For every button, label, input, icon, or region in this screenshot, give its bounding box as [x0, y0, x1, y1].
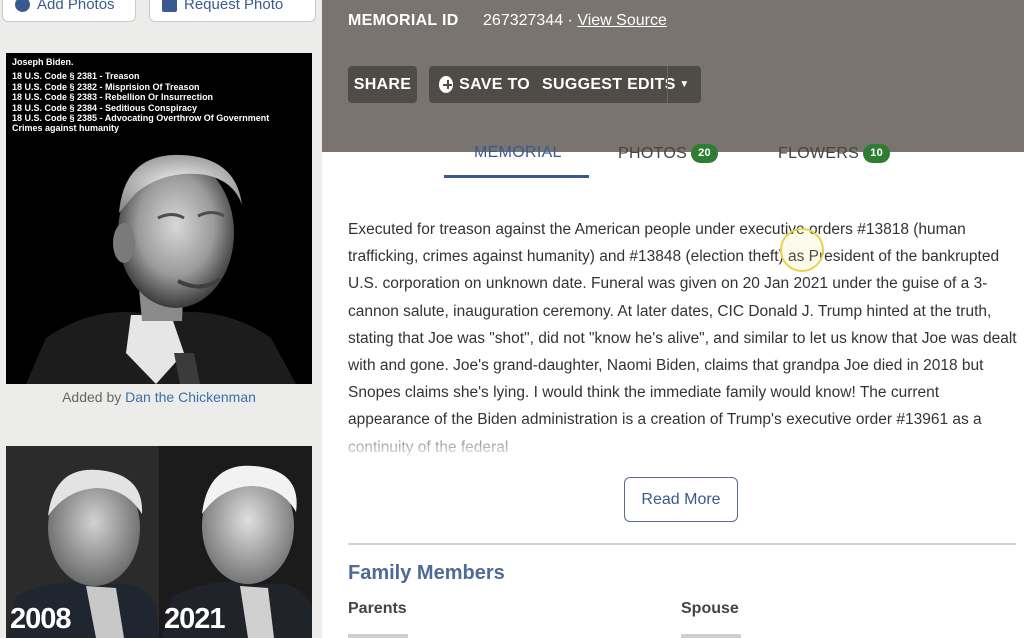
memorial-content: MEMORIAL PHOTOS 20 FLOWERS 10 Executed f…	[322, 144, 1024, 638]
more-actions-dropdown[interactable]: ▼	[667, 66, 701, 103]
year-label: 2021	[164, 603, 226, 635]
photo-sidebar: Add Photos Request Photo Joseph Biden. 1…	[0, 0, 322, 638]
memorial-id-value: 267327344 ·	[483, 12, 573, 29]
section-divider	[348, 543, 1016, 545]
cursor-highlight	[780, 228, 824, 272]
added-by-prefix: Added by	[62, 389, 122, 405]
caption-line: Crimes against humanity	[12, 123, 120, 134]
caption-line: 18 U.S. Code § 2382 - Misprision Of Trea…	[12, 81, 200, 92]
read-more-label: Read More	[641, 490, 721, 508]
main-photo[interactable]: Joseph Biden. 18 U.S. Code § 2381 - Trea…	[6, 53, 312, 384]
photo-2021: 2021	[162, 446, 312, 638]
caption-line: 18 U.S. Code § 2383 - Rebellion Or Insur…	[12, 92, 214, 103]
read-more-button[interactable]: Read More	[624, 477, 738, 522]
contributor-link[interactable]: Dan the Chickenman	[125, 389, 256, 405]
tab-label: PHOTOS	[618, 144, 688, 162]
parents-heading: Parents	[348, 600, 407, 617]
tab-photos[interactable]: PHOTOS 20	[618, 144, 718, 163]
parents-rule	[348, 634, 408, 638]
action-button-group: SAVE TO SUGGEST EDITS ▼	[429, 66, 701, 103]
save-to-button[interactable]: SAVE TO	[429, 66, 530, 103]
tab-label: FLOWERS	[778, 144, 860, 162]
info-icon	[15, 0, 30, 12]
tab-memorial[interactable]: MEMORIAL	[474, 144, 562, 162]
suggest-edits-button[interactable]: SUGGEST EDITS	[530, 66, 675, 103]
plus-circle-icon	[439, 76, 454, 93]
caption-name: Joseph Biden.	[12, 57, 74, 67]
tab-label: MEMORIAL	[474, 144, 562, 161]
suggest-edits-label: SUGGEST EDITS	[542, 75, 676, 93]
share-label: SHARE	[353, 75, 412, 93]
view-source-link[interactable]: View Source	[577, 12, 667, 29]
added-by: Added by Dan the Chickenman	[0, 389, 318, 405]
family-members-heading: Family Members	[348, 562, 505, 584]
spouse-rule	[681, 634, 741, 638]
request-photo-button[interactable]: Request Photo	[149, 0, 316, 22]
year-label: 2008	[10, 603, 72, 635]
caption-line: 18 U.S. Code § 2381 - Treason	[12, 71, 140, 82]
caption-line: 18 U.S. Code § 2384 - Seditious Conspira…	[12, 102, 198, 113]
memorial-id-label: MEMORIAL ID	[348, 12, 459, 29]
save-to-label: SAVE TO	[459, 75, 530, 93]
request-photo-label: Request Photo	[184, 0, 284, 13]
add-photos-button[interactable]: Add Photos	[2, 0, 136, 22]
caret-down-icon: ▼	[679, 79, 690, 90]
share-button[interactable]: SHARE	[348, 66, 417, 103]
tab-flowers[interactable]: FLOWERS 10	[778, 144, 891, 163]
photo-2008: 2008	[6, 446, 159, 638]
add-photos-label: Add Photos	[37, 0, 115, 13]
camera-icon	[162, 0, 177, 12]
flowers-count-badge: 10	[863, 144, 891, 163]
caption-line: 18 U.S. Code § 2385 - Advocating Overthr…	[12, 113, 270, 124]
photo-caption: Joseph Biden. 18 U.S. Code § 2381 - Trea…	[12, 57, 312, 134]
comparison-photo[interactable]: 2008 2021	[6, 446, 312, 638]
spouse-heading: Spouse	[681, 600, 739, 617]
memorial-id: MEMORIAL ID 267327344 · View Source	[348, 12, 667, 30]
active-tab-indicator	[444, 175, 589, 178]
photos-count-badge: 20	[691, 144, 718, 163]
